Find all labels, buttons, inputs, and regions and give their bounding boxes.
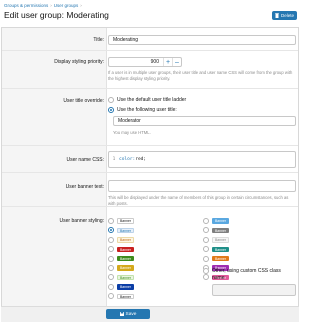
display-priority-stepper[interactable]: 900 + – bbox=[108, 57, 182, 67]
trash-icon bbox=[274, 13, 279, 18]
breadcrumb: Groups & permissions › User groups › bbox=[4, 3, 84, 8]
user-name-css-editor[interactable]: 1 color: red; bbox=[108, 151, 296, 168]
banner-preview-right-1: Banner bbox=[212, 218, 229, 224]
user-banner-text-hint: This will be displayed under the name of… bbox=[108, 195, 289, 206]
user-title-override-label: User title override: bbox=[63, 98, 104, 104]
user-banner-text-label: User banner text: bbox=[65, 184, 104, 190]
delete-button[interactable]: Delete bbox=[272, 11, 297, 20]
delete-button-label: Delete bbox=[280, 13, 294, 18]
save-button-label: Save bbox=[125, 311, 137, 317]
user-name-css-label: User name CSS: bbox=[66, 157, 104, 163]
banner-preview-left-5: Banner bbox=[117, 255, 134, 262]
user-title-input[interactable]: Moderator bbox=[113, 116, 296, 126]
banner-preview-left-2: Banner bbox=[117, 227, 134, 234]
display-priority-hint: If a user is in multiple user groups, th… bbox=[108, 70, 293, 81]
banner-preview-left-7: Banner bbox=[117, 274, 134, 281]
breadcrumb-item-groups[interactable]: Groups & permissions bbox=[4, 3, 48, 8]
css-property: color: bbox=[119, 157, 136, 162]
title-label: Title: bbox=[93, 37, 104, 43]
radio-default-title[interactable] bbox=[108, 97, 114, 103]
banner-other-label: Other, using custom CSS class bbox=[212, 268, 281, 274]
banner-preview-left-4: Banner bbox=[117, 246, 134, 252]
decrement-button[interactable]: – bbox=[172, 58, 181, 66]
css-value: red; bbox=[135, 157, 147, 162]
banner-other-label-cont: name bbox=[212, 275, 225, 281]
banner-other-class-input[interactable] bbox=[212, 284, 296, 296]
banner-preview-right-3: Banner bbox=[212, 237, 229, 243]
labels-column bbox=[2, 28, 107, 322]
banner-preview-left-6: Banner bbox=[117, 265, 134, 271]
banner-preview-left-9: Banner bbox=[117, 293, 134, 299]
save-icon bbox=[119, 312, 124, 316]
radio-banner-left-6[interactable] bbox=[108, 265, 114, 271]
row-divider bbox=[2, 88, 298, 89]
banner-preview-right-2: Banner bbox=[212, 227, 229, 234]
breadcrumb-item-user-groups[interactable]: User groups bbox=[54, 3, 79, 8]
radio-custom-title-label: Use the following user title: bbox=[117, 107, 177, 113]
radio-banner-other[interactable] bbox=[203, 268, 209, 274]
breadcrumb-separator: › bbox=[50, 3, 52, 8]
line-number: 1 bbox=[112, 157, 116, 162]
display-priority-value[interactable]: 900 bbox=[109, 59, 163, 65]
user-title-hint: You may use HTML. bbox=[113, 130, 151, 135]
banner-preview-right-4: Banner bbox=[212, 246, 229, 252]
row-divider bbox=[2, 50, 298, 51]
radio-default-title-label: Use the default user title ladder bbox=[117, 97, 187, 103]
increment-button[interactable]: + bbox=[163, 58, 172, 66]
radio-banner-right-3[interactable] bbox=[203, 236, 209, 243]
form-footer bbox=[1, 306, 299, 322]
save-button[interactable]: Save bbox=[106, 309, 150, 319]
display-priority-label: Display styling priority: bbox=[54, 59, 104, 65]
radio-banner-right-5[interactable] bbox=[203, 255, 209, 262]
user-banner-text-input[interactable] bbox=[108, 180, 296, 192]
page-title: Edit user group: Moderating bbox=[4, 10, 109, 20]
radio-banner-right-1[interactable] bbox=[203, 218, 209, 224]
radio-custom-title[interactable] bbox=[108, 107, 114, 113]
radio-banner-left-8[interactable] bbox=[108, 283, 114, 290]
title-input[interactable]: Moderating bbox=[108, 35, 296, 45]
radio-banner-left-5[interactable] bbox=[108, 255, 114, 262]
row-divider bbox=[2, 172, 298, 173]
banner-preview-left-1: Banner bbox=[117, 218, 134, 224]
radio-banner-left-1[interactable] bbox=[108, 218, 114, 224]
row-divider bbox=[2, 145, 298, 146]
user-banner-styling-label: User banner styling: bbox=[59, 218, 104, 224]
banner-preview-right-5: Banner bbox=[212, 255, 229, 262]
banner-preview-left-8: Banner bbox=[117, 284, 134, 290]
breadcrumb-separator: › bbox=[80, 3, 82, 8]
banner-preview-left-3: Banner bbox=[117, 237, 134, 243]
radio-banner-left-3[interactable] bbox=[108, 236, 114, 243]
